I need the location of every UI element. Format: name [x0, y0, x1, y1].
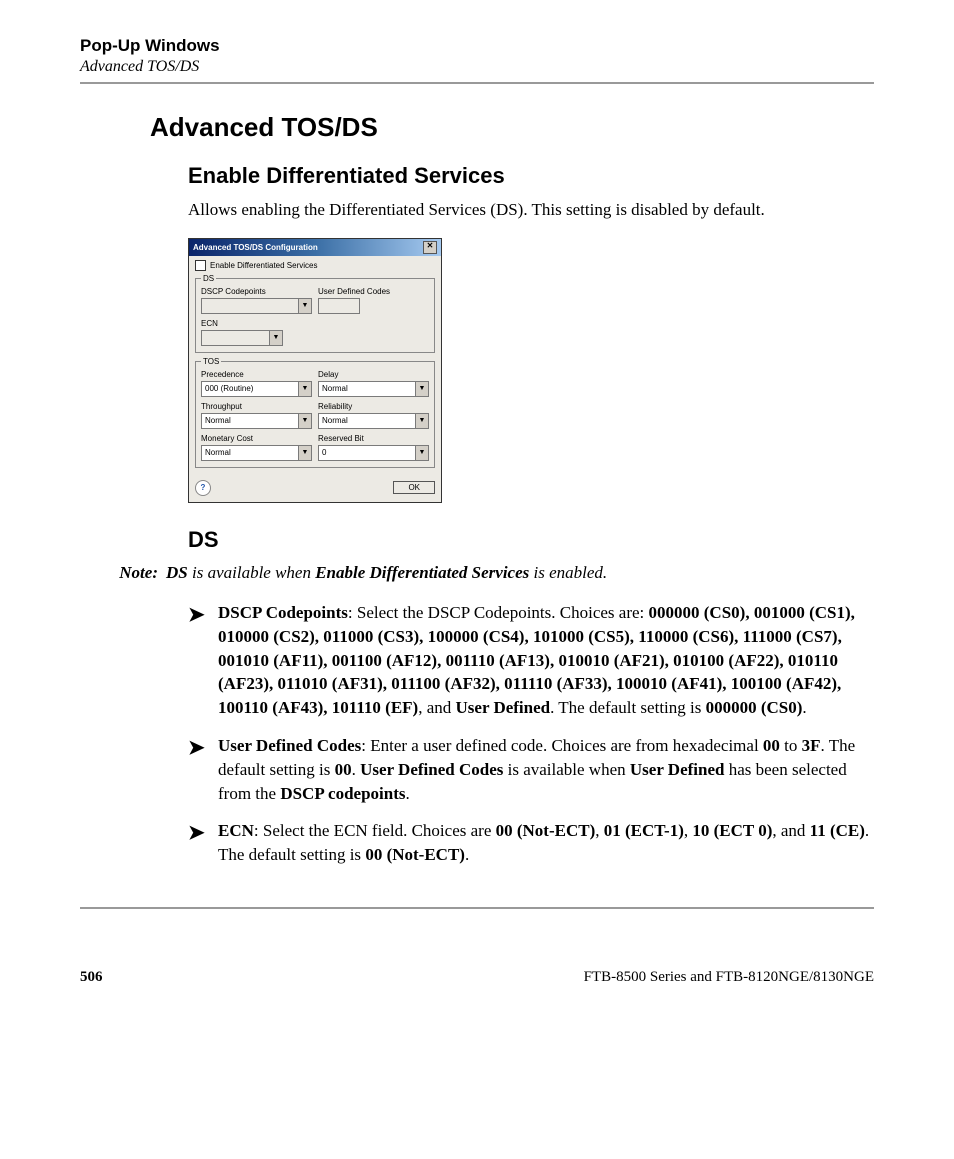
b2-00: 00	[763, 736, 780, 755]
ds-legend: DS	[201, 274, 216, 283]
b3-c2: 01 (ECT-1)	[604, 821, 684, 840]
b2-dscp: DSCP codepoints	[280, 784, 405, 803]
tos-group: TOS Precedence 000 (Routine) ▼ Delay	[195, 357, 435, 468]
b2-d00: 00	[335, 760, 352, 779]
delay-value: Normal	[319, 382, 415, 396]
precedence-select[interactable]: 000 (Routine) ▼	[201, 381, 312, 397]
dscp-value	[202, 299, 298, 313]
delay-select[interactable]: Normal ▼	[318, 381, 429, 397]
enable-ds-label: Enable Differentiated Services	[210, 261, 317, 270]
b2-d3: is available when	[503, 760, 630, 779]
reliability-label: Reliability	[318, 402, 429, 411]
ecn-value	[202, 331, 269, 345]
dscp-codepoints-select[interactable]: ▼	[201, 298, 312, 314]
note-label: Note:	[80, 563, 166, 583]
b2-lead: User Defined Codes	[218, 736, 361, 755]
monetary-cost-select[interactable]: Normal ▼	[201, 445, 312, 461]
monetary-cost-label: Monetary Cost	[201, 434, 312, 443]
reliability-value: Normal	[319, 414, 415, 428]
ds-heading: DS	[188, 527, 874, 553]
precedence-label: Precedence	[201, 370, 312, 379]
footer-rule	[80, 907, 874, 909]
section-body: Allows enabling the Differentiated Servi…	[188, 199, 874, 222]
b3-afterlead: : Select the ECN field. Choices are	[254, 821, 496, 840]
b1-lead: DSCP Codepoints	[218, 603, 348, 622]
user-defined-codes-input[interactable]	[318, 298, 360, 314]
ecn-label: ECN	[201, 319, 315, 328]
note-ds: DS	[166, 563, 188, 582]
list-item: ➤ DSCP Codepoints: Select the DSCP Codep…	[188, 601, 874, 720]
reserved-bit-select[interactable]: 0 ▼	[318, 445, 429, 461]
ok-button[interactable]: OK	[393, 481, 435, 494]
list-item: ➤ User Defined Codes: Enter a user defin…	[188, 734, 874, 805]
chevron-down-icon[interactable]: ▼	[298, 382, 311, 396]
chevron-down-icon[interactable]: ▼	[415, 414, 428, 428]
page-title: Advanced TOS/DS	[150, 112, 874, 143]
delay-label: Delay	[318, 370, 429, 379]
b2-to: to	[780, 736, 802, 755]
b1-def: 000000 (CS0)	[706, 698, 803, 717]
bullet-arrow-icon: ➤	[188, 601, 218, 720]
bullet-arrow-icon: ➤	[188, 734, 218, 805]
chevron-down-icon[interactable]: ▼	[415, 446, 428, 460]
udc-value	[319, 299, 359, 313]
b3-tail2: .	[465, 845, 469, 864]
b3-lead: ECN	[218, 821, 254, 840]
chevron-down-icon[interactable]: ▼	[298, 414, 311, 428]
note-text: DS is available when Enable Differentiat…	[166, 563, 874, 583]
close-icon[interactable]: ✕	[423, 241, 437, 254]
dialog-titlebar: Advanced TOS/DS Configuration ✕	[189, 239, 441, 256]
ecn-select[interactable]: ▼	[201, 330, 283, 346]
reserved-bit-label: Reserved Bit	[318, 434, 429, 443]
list-item: ➤ ECN: Select the ECN field. Choices are…	[188, 819, 874, 867]
b3-def: 00 (Not-ECT)	[365, 845, 465, 864]
note-post: is enabled.	[529, 563, 607, 582]
header-rule	[80, 82, 874, 84]
b1-tail1: . The default setting is	[550, 698, 706, 717]
b1-and: , and	[418, 698, 455, 717]
monetary-value: Normal	[202, 446, 298, 460]
footer-product: FTB-8500 Series and FTB-8120NGE/8130NGE	[584, 969, 874, 986]
dscp-codepoints-label: DSCP Codepoints	[201, 287, 312, 296]
ds-group: DS DSCP Codepoints ▼ User Defined Codes	[195, 274, 435, 353]
sub-chapter-title: Advanced TOS/DS	[80, 58, 874, 76]
reliability-select[interactable]: Normal ▼	[318, 413, 429, 429]
page-number: 506	[80, 969, 103, 986]
b3-c4: 11 (CE)	[810, 821, 865, 840]
note-bold: Enable Differentiated Services	[315, 563, 529, 582]
note-mid: is available when	[188, 563, 315, 582]
chevron-down-icon[interactable]: ▼	[298, 446, 311, 460]
b3-c1: 00 (Not-ECT)	[496, 821, 596, 840]
b3-s3: , and	[772, 821, 809, 840]
throughput-select[interactable]: Normal ▼	[201, 413, 312, 429]
tos-legend: TOS	[201, 357, 221, 366]
b2-afterlead: : Enter a user defined code. Choices are…	[361, 736, 763, 755]
throughput-label: Throughput	[201, 402, 312, 411]
dialog-window: Advanced TOS/DS Configuration ✕ Enable D…	[188, 238, 442, 503]
bullet-arrow-icon: ➤	[188, 819, 218, 867]
section-heading: Enable Differentiated Services	[188, 163, 874, 189]
dialog-title-text: Advanced TOS/DS Configuration	[193, 243, 318, 252]
chevron-down-icon[interactable]: ▼	[298, 299, 311, 313]
enable-ds-checkbox[interactable]	[195, 260, 206, 271]
help-icon[interactable]: ?	[195, 480, 211, 496]
b2-d5: .	[406, 784, 410, 803]
b1-afterlead: : Select the DSCP Codepoints. Choices ar…	[348, 603, 649, 622]
chevron-down-icon[interactable]: ▼	[415, 382, 428, 396]
b2-3f: 3F	[802, 736, 821, 755]
b2-ud: User Defined	[630, 760, 725, 779]
chevron-down-icon[interactable]: ▼	[269, 331, 282, 345]
b2-d2: .	[352, 760, 361, 779]
chapter-title: Pop-Up Windows	[80, 36, 874, 56]
user-defined-codes-label: User Defined Codes	[318, 287, 429, 296]
b2-udc: User Defined Codes	[360, 760, 503, 779]
b1-ud: User Defined	[456, 698, 551, 717]
b1-tail2: .	[802, 698, 806, 717]
precedence-value: 000 (Routine)	[202, 382, 298, 396]
b3-c3: 10 (ECT 0)	[692, 821, 772, 840]
b3-s1: ,	[595, 821, 604, 840]
throughput-value: Normal	[202, 414, 298, 428]
reserved-value: 0	[319, 446, 415, 460]
